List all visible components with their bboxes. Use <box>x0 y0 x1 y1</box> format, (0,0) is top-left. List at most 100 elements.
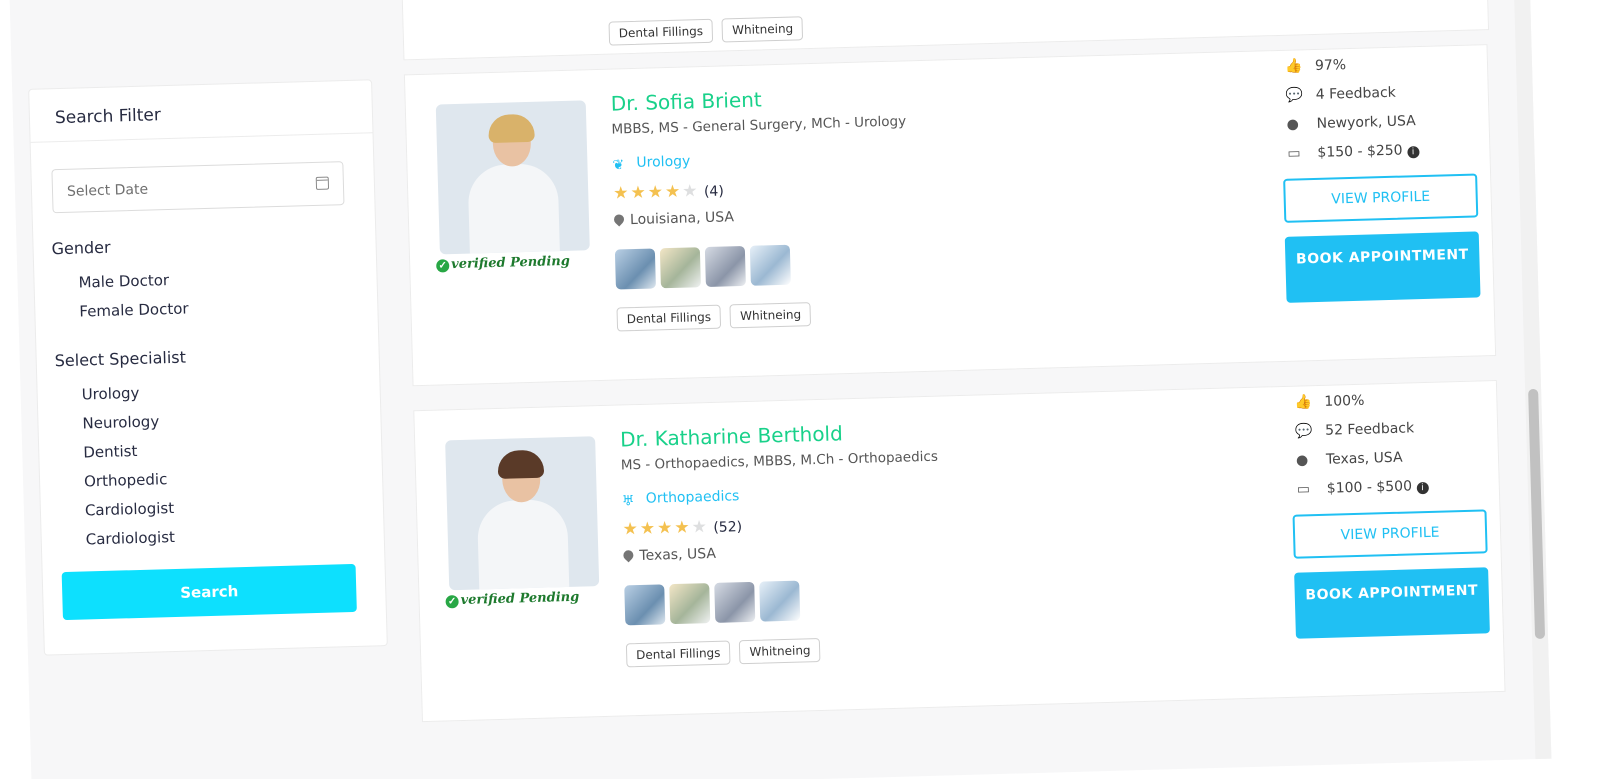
page-viewport: Search Filter Select Date Gender Male Do… <box>0 0 1599 779</box>
kidney-icon: ❦ <box>612 157 625 174</box>
specialist-option-orthopedic[interactable]: Orthopedic <box>84 470 168 490</box>
money-bill-icon: ▭ <box>1296 481 1311 498</box>
feedback: 💬 4 Feedback <box>1286 85 1396 104</box>
doctor-name[interactable]: Dr. Sofia Brient <box>610 87 762 115</box>
info-icon[interactable]: i <box>1406 146 1420 159</box>
price-value: $100 - $500 <box>1326 478 1413 497</box>
doctor-education: MBBS, MS - General Surgery, MCh - Urolog… <box>611 113 907 138</box>
doctor-location: Louisiana, USA <box>611 209 735 229</box>
feedback-value: 52 Feedback <box>1324 420 1415 439</box>
map-marker-icon <box>621 548 636 563</box>
verified-label: verified Pending <box>450 253 571 273</box>
filter-title: Search Filter <box>29 80 373 143</box>
star-icon: ★ <box>681 181 698 202</box>
map-marker-icon: ● <box>1286 116 1300 133</box>
star-icon: ★ <box>664 181 681 203</box>
view-profile-button[interactable]: VIEW PROFILE <box>1292 509 1488 559</box>
calendar-icon <box>315 176 330 190</box>
map-marker-icon <box>611 212 627 227</box>
verified-status: ✓ verified Pending <box>436 254 570 273</box>
doctor-card: ✓ verified Pending Dr. Sofia Brient MBBS,… <box>403 44 1497 387</box>
likes-value: 97% <box>1314 57 1347 74</box>
city-value: Texas, USA <box>1325 449 1403 468</box>
clinic-gallery <box>614 244 796 294</box>
rating-count: (4) <box>703 183 725 201</box>
verified-label: verified Pending <box>460 589 580 609</box>
search-results-page: Search Filter Select Date Gender Male Do… <box>8 0 1552 779</box>
doctor-specialty: ❦ Urology <box>612 153 691 174</box>
date-placeholder: Select Date <box>66 181 149 200</box>
view-profile-button[interactable]: VIEW PROFILE <box>1283 173 1479 223</box>
tag: Dental Fillings <box>608 18 714 46</box>
doctor-name[interactable]: Dr. Katharine Berthold <box>620 421 843 451</box>
comment-icon: 💬 <box>1285 87 1304 104</box>
clinic-thumbnail[interactable] <box>749 244 791 286</box>
star-icon: ★ <box>622 519 639 540</box>
scrollbar[interactable] <box>1511 0 1552 760</box>
doctor-photo[interactable] <box>435 100 590 255</box>
doctor-card: ✓ verified Pending Dr. Katharine Berthold… <box>413 379 1506 723</box>
check-circle-icon: ✓ <box>436 259 450 273</box>
likes-value: 100% <box>1324 392 1365 410</box>
specialty-label: Orthopaedics <box>645 488 740 507</box>
search-button[interactable]: Search <box>61 563 357 621</box>
clinic-thumbnail[interactable] <box>704 245 746 288</box>
star-icon: ★ <box>647 182 664 203</box>
thumbs-up-icon: 👍 <box>1284 58 1303 75</box>
location-label: Texas, USA <box>639 545 717 564</box>
scrollbar-thumb[interactable] <box>1528 388 1546 640</box>
specialty-label: Urology <box>636 153 691 171</box>
clinic-thumbnail[interactable] <box>659 247 701 289</box>
tag-list: Dental Fillings Whitneing <box>625 637 825 668</box>
clinic-thumbnail[interactable] <box>614 248 656 290</box>
tag: Dental Fillings <box>625 640 731 668</box>
location-label: Louisiana, USA <box>629 209 735 229</box>
book-appointment-button[interactable]: BOOK APPOINTMENT <box>1284 231 1481 303</box>
tooth-icon: ♅ <box>621 493 635 510</box>
doctor-photo[interactable] <box>445 436 600 591</box>
clinic-thumbnail[interactable] <box>624 584 666 626</box>
clinic-thumbnail[interactable] <box>759 580 801 622</box>
gender-heading: Gender <box>51 237 111 259</box>
info-icon[interactable]: i <box>1416 481 1429 495</box>
specialist-option-neurology[interactable]: Neurology <box>82 412 159 432</box>
clinic-thumbnail[interactable] <box>714 581 756 623</box>
doctor-specialty: ♅ Orthopaedics <box>621 488 740 510</box>
tag-list: Dental Fillings Whitneing <box>608 16 807 46</box>
city-value: Newyork, USA <box>1316 113 1416 132</box>
comment-icon: 💬 <box>1294 423 1313 440</box>
tag-list: Dental Fillings Whitneing <box>616 302 815 332</box>
specialist-option-cardiologist[interactable]: Cardiologist <box>85 499 175 519</box>
gender-option-female[interactable]: Female Doctor <box>79 299 189 320</box>
price: ▭ $150 - $250 i <box>1287 142 1420 162</box>
price: ▭ $100 - $500 i <box>1297 478 1429 498</box>
tag: Whitneing <box>729 302 812 329</box>
likes: 👍 97% <box>1285 57 1347 75</box>
doctor-education: MS - Orthopaedics, MBBS, M.Ch - Orthopae… <box>620 448 939 474</box>
search-filter-panel: Search Filter Select Date Gender Male Do… <box>28 79 388 656</box>
gender-option-male[interactable]: Male Doctor <box>78 271 169 292</box>
star-icon: ★ <box>630 182 647 204</box>
likes: 👍 100% <box>1294 393 1364 411</box>
specialist-option-cardiologist-2[interactable]: Cardiologist <box>85 528 175 548</box>
specialist-heading: Select Specialist <box>54 347 187 371</box>
rating: ★★★★★ (4) <box>613 181 725 204</box>
star-icon: ★ <box>639 518 656 539</box>
feedback-value: 4 Feedback <box>1315 84 1397 103</box>
price-value: $150 - $250 <box>1317 142 1403 161</box>
city: ● Newyork, USA <box>1286 113 1416 133</box>
date-picker-input[interactable]: Select Date <box>51 161 345 214</box>
specialist-option-urology[interactable]: Urology <box>81 384 139 404</box>
rating-count: (52) <box>713 519 743 536</box>
clinic-gallery <box>624 580 805 629</box>
star-icon: ★ <box>656 518 673 539</box>
doctor-location: Texas, USA <box>621 545 717 565</box>
thumbs-up-icon: 👍 <box>1294 394 1313 411</box>
clinic-thumbnail[interactable] <box>669 583 711 625</box>
book-appointment-button[interactable]: BOOK APPOINTMENT <box>1294 567 1490 639</box>
star-icon: ★ <box>691 517 708 538</box>
rating: ★★★★★ (52) <box>622 516 742 539</box>
specialist-option-dentist[interactable]: Dentist <box>83 442 138 462</box>
city: ● Texas, USA <box>1296 450 1403 469</box>
tag: Whitneing <box>721 16 804 43</box>
